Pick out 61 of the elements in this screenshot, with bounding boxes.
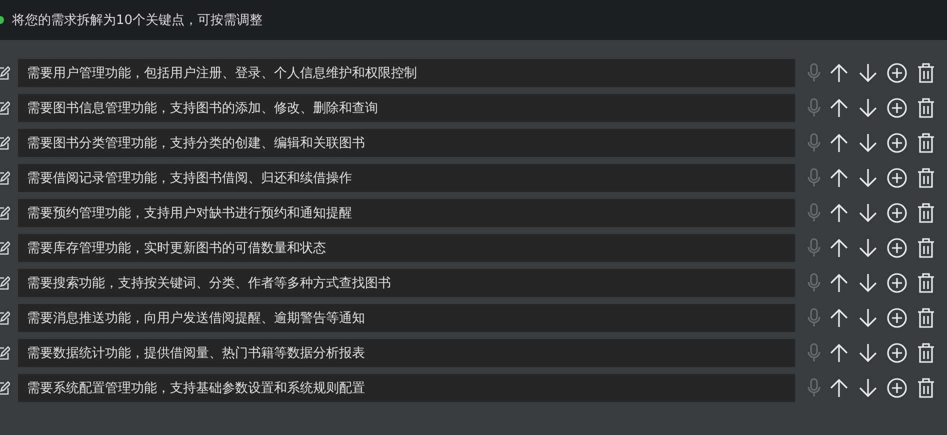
arrow-down-icon[interactable] xyxy=(857,202,879,224)
arrow-down-icon[interactable] xyxy=(857,342,879,364)
arrow-up-icon[interactable] xyxy=(828,62,850,84)
input-field[interactable]: 需要数据统计功能，提供借阅量、热门书籍等数据分析报表 xyxy=(18,339,795,367)
add-icon[interactable] xyxy=(886,202,908,224)
delete-icon[interactable] xyxy=(915,132,937,154)
delete-icon[interactable] xyxy=(915,62,937,84)
edit-icon[interactable] xyxy=(0,240,10,256)
delete-icon[interactable] xyxy=(915,237,937,259)
arrow-up-icon[interactable] xyxy=(828,307,850,329)
arrow-up-icon[interactable] xyxy=(828,97,850,119)
add-icon[interactable] xyxy=(886,237,908,259)
add-icon[interactable] xyxy=(886,272,908,294)
add-icon[interactable] xyxy=(886,132,908,154)
input-field[interactable]: 需要借阅记录管理功能，支持图书借阅、归还和续借操作 xyxy=(18,164,795,192)
input-field[interactable]: 需要图书信息管理功能，支持图书的添加、修改、删除和查询 xyxy=(18,94,795,122)
edit-icon[interactable] xyxy=(0,310,10,326)
edit-icon[interactable] xyxy=(0,205,10,221)
arrow-down-icon[interactable] xyxy=(857,237,879,259)
input-field[interactable]: 需要搜索功能，支持按关键词、分类、作者等多种方式查找图书 xyxy=(18,269,795,297)
add-icon[interactable] xyxy=(886,167,908,189)
input-field[interactable]: 需要预约管理功能，支持用户对缺书进行预约和通知提醒 xyxy=(18,199,795,227)
edit-icon[interactable] xyxy=(0,275,10,291)
arrow-down-icon[interactable] xyxy=(857,307,879,329)
delete-icon[interactable] xyxy=(915,97,937,119)
input-field[interactable]: 需要消息推送功能，向用户发送借阅提醒、逾期警告等通知 xyxy=(18,304,795,332)
delete-icon[interactable] xyxy=(915,342,937,364)
arrow-down-icon[interactable] xyxy=(857,377,879,399)
edit-icon[interactable] xyxy=(0,65,10,81)
add-icon[interactable] xyxy=(886,377,908,399)
arrow-down-icon[interactable] xyxy=(857,272,879,294)
edit-icon[interactable] xyxy=(0,345,10,361)
delete-icon[interactable] xyxy=(915,167,937,189)
arrow-down-icon[interactable] xyxy=(857,62,879,84)
arrow-up-icon[interactable] xyxy=(828,167,850,189)
header-text: 将您的需求拆解为10个关键点，可按需调整 xyxy=(12,12,263,29)
arrow-up-icon[interactable] xyxy=(828,342,850,364)
arrow-down-icon[interactable] xyxy=(857,97,879,119)
delete-icon[interactable] xyxy=(915,377,937,399)
arrow-up-icon[interactable] xyxy=(828,132,850,154)
delete-icon[interactable] xyxy=(915,272,937,294)
input-field[interactable]: 需要用户管理功能，包括用户注册、登录、个人信息维护和权限控制 xyxy=(18,59,795,87)
add-icon[interactable] xyxy=(886,342,908,364)
delete-icon[interactable] xyxy=(915,307,937,329)
arrow-up-icon[interactable] xyxy=(828,377,850,399)
arrow-down-icon[interactable] xyxy=(857,167,879,189)
add-icon[interactable] xyxy=(886,62,908,84)
add-icon[interactable] xyxy=(886,307,908,329)
arrow-up-icon[interactable] xyxy=(828,202,850,224)
edit-icon[interactable] xyxy=(0,380,10,396)
add-icon[interactable] xyxy=(886,97,908,119)
input-field[interactable]: 需要库存管理功能，实时更新图书的可借数量和状态 xyxy=(18,234,795,262)
delete-icon[interactable] xyxy=(915,202,937,224)
input-field[interactable]: 需要图书分类管理功能，支持分类的创建、编辑和关联图书 xyxy=(18,129,795,157)
input-field[interactable]: 需要系统配置管理功能，支持基础参数设置和系统规则配置 xyxy=(18,374,795,402)
arrow-up-icon[interactable] xyxy=(828,272,850,294)
edit-icon[interactable] xyxy=(0,100,10,116)
arrow-down-icon[interactable] xyxy=(857,132,879,154)
arrow-up-icon[interactable] xyxy=(828,237,850,259)
edit-icon[interactable] xyxy=(0,170,10,186)
edit-icon[interactable] xyxy=(0,135,10,151)
